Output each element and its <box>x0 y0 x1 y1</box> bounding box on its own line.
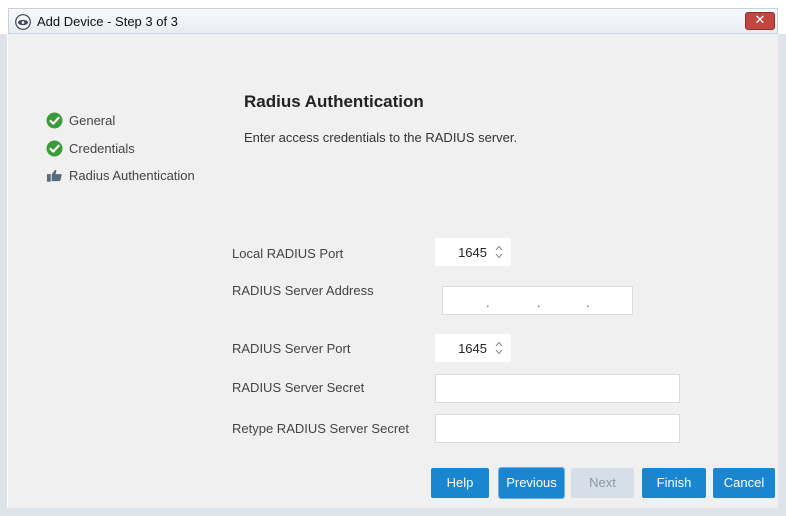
next-button[interactable]: Next <box>571 468 634 498</box>
retype-radius-server-secret-label: Retype RADIUS Server Secret <box>232 421 410 436</box>
dialog-body: General Credentials Radius Authenticatio… <box>8 34 778 508</box>
section-description: Enter access credentials to the RADIUS s… <box>244 130 518 145</box>
device-eye-icon <box>15 14 31 30</box>
check-circle-icon <box>46 140 63 156</box>
add-device-dialog: Add Device - Step 3 of 3 ✕ General Crede… <box>0 0 786 516</box>
ip-octet-separator: . <box>586 295 590 310</box>
spinner-arrows-icon[interactable] <box>495 244 503 260</box>
radius-server-secret-input[interactable] <box>435 374 680 403</box>
check-circle-icon <box>46 112 63 128</box>
thumbs-up-icon <box>46 169 62 182</box>
ip-octet-separator: . <box>486 295 490 310</box>
step-radius-authentication: Radius Authentication <box>46 165 195 185</box>
step-label: Credentials <box>69 140 135 156</box>
close-button[interactable]: ✕ <box>745 12 775 30</box>
local-radius-port-spinner[interactable]: 1645 <box>435 238 511 266</box>
local-radius-port-label: Local RADIUS Port <box>232 246 344 261</box>
previous-button[interactable]: Previous <box>498 467 565 499</box>
retype-radius-server-secret-input[interactable] <box>435 414 680 443</box>
window-border-right <box>778 34 786 516</box>
radius-server-port-value: 1645 <box>458 341 487 356</box>
step-label: Radius Authentication <box>69 167 195 183</box>
window-border-bottom <box>0 508 786 516</box>
window-title: Add Device - Step 3 of 3 <box>37 14 178 29</box>
title-bar[interactable]: Add Device - Step 3 of 3 ✕ <box>8 8 778 34</box>
radius-server-port-spinner[interactable]: 1645 <box>435 334 511 362</box>
radius-server-address-label: RADIUS Server Address <box>232 283 374 298</box>
page-title: Radius Authentication <box>244 92 424 111</box>
local-radius-port-value: 1645 <box>458 245 487 260</box>
radius-server-address-input[interactable]: . . . <box>442 286 633 315</box>
help-button[interactable]: Help <box>431 468 489 498</box>
radius-server-secret-label: RADIUS Server Secret <box>232 380 365 395</box>
cancel-button[interactable]: Cancel <box>713 468 775 498</box>
close-icon: ✕ <box>754 13 766 28</box>
window-border-left <box>0 34 7 516</box>
radius-server-port-label: RADIUS Server Port <box>232 341 351 356</box>
ip-octet-separator: . <box>537 295 541 310</box>
step-label: General <box>69 112 116 128</box>
finish-button[interactable]: Finish <box>642 468 706 498</box>
step-general: General <box>46 110 115 130</box>
step-credentials: Credentials <box>46 138 135 158</box>
spinner-arrows-icon[interactable] <box>495 340 503 356</box>
